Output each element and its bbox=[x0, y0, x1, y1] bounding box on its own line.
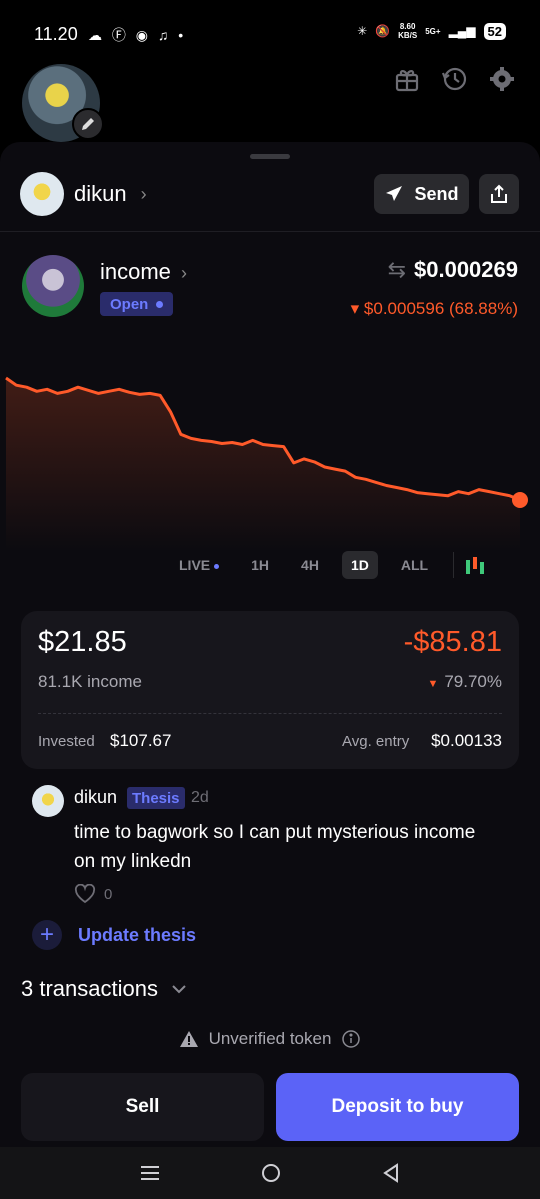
settings-icon bbox=[490, 67, 514, 91]
thesis-author-avatar[interactable] bbox=[32, 785, 64, 817]
range-option-live[interactable]: LIVE bbox=[170, 551, 228, 579]
token-name[interactable]: income › bbox=[100, 259, 187, 285]
invested-value: $107.67 bbox=[110, 731, 172, 750]
divider bbox=[0, 231, 540, 232]
down-arrow-icon: ▼ bbox=[427, 678, 439, 690]
position-quantity: 81.1K income bbox=[38, 672, 142, 691]
back-icon[interactable] bbox=[381, 1162, 401, 1184]
avg-entry-value: $0.00133 bbox=[431, 731, 502, 750]
unverified-warning: Unverified token bbox=[0, 1029, 540, 1049]
live-dot-icon bbox=[156, 300, 164, 308]
transactions-toggle[interactable]: 3 transactions bbox=[21, 976, 188, 1002]
token-avatar bbox=[22, 255, 84, 317]
transactions-label: 3 transactions bbox=[21, 976, 158, 1001]
token-price[interactable]: ⇆ $0.000269 bbox=[388, 257, 518, 283]
warning-icon bbox=[179, 1031, 198, 1047]
status-time: 11.20 bbox=[34, 24, 78, 44]
info-icon[interactable] bbox=[341, 1029, 361, 1049]
signal-icon: ▂▄▆ bbox=[448, 24, 476, 38]
position-pnl-percent: ▼ 79.70% bbox=[427, 672, 502, 691]
thesis-tag: Thesis bbox=[127, 787, 185, 809]
time-range-selector: LIVE 1H 4H 1D ALL bbox=[170, 550, 510, 580]
mute-icon: 🔕 bbox=[375, 24, 391, 38]
update-thesis-button[interactable]: + Update thesis bbox=[32, 920, 196, 950]
user-avatar bbox=[20, 172, 64, 216]
notification-icons: ☁ Ⓕ ◉ ♫ • bbox=[88, 27, 187, 43]
swap-icon: ⇆ bbox=[387, 257, 406, 282]
network-indicator: 5G+ bbox=[425, 26, 441, 36]
bluetooth-icon: ✳ bbox=[357, 24, 368, 38]
chevron-right-icon: › bbox=[181, 263, 188, 283]
gift-icon bbox=[395, 70, 419, 92]
pencil-icon bbox=[82, 118, 94, 130]
invested-label: Invested bbox=[38, 733, 95, 750]
status-bar: 11.20 ☁ Ⓕ ◉ ♫ • ✳ 🔕 8.60 KB/S 5G+ ▂▄▆ 52 bbox=[0, 0, 540, 60]
range-option-4h[interactable]: 4H bbox=[292, 551, 328, 579]
settings-button[interactable] bbox=[485, 62, 519, 96]
update-thesis-label: Update thesis bbox=[78, 924, 197, 945]
position-value: $21.85 bbox=[38, 626, 127, 658]
current-price-marker bbox=[512, 492, 528, 508]
live-dot-icon bbox=[214, 563, 220, 569]
send-label: Send bbox=[414, 183, 459, 204]
share-icon bbox=[491, 184, 507, 203]
net-speed: 8.60 KB/S bbox=[398, 22, 418, 40]
status-right: ✳ 🔕 8.60 KB/S 5G+ ▂▄▆ 52 bbox=[357, 22, 506, 40]
system-nav-bar bbox=[0, 1147, 540, 1199]
edit-avatar-button[interactable] bbox=[72, 108, 104, 140]
status-badge: Open bbox=[100, 292, 174, 316]
unverified-label: Unverified token bbox=[208, 1029, 332, 1048]
thesis-author[interactable]: dikun bbox=[74, 787, 117, 808]
history-button[interactable] bbox=[438, 62, 472, 96]
battery-indicator: 52 bbox=[483, 22, 506, 40]
heart-icon bbox=[74, 884, 96, 904]
avg-entry-label: Avg. entry bbox=[342, 733, 410, 750]
like-count: 0 bbox=[104, 885, 113, 903]
sell-button[interactable]: Sell bbox=[21, 1073, 264, 1141]
range-option-all[interactable]: ALL bbox=[392, 551, 437, 579]
recents-icon[interactable] bbox=[139, 1164, 161, 1182]
send-button[interactable]: Send bbox=[374, 174, 469, 214]
thesis-text: time to bagwork so I can put mysterious … bbox=[74, 822, 476, 872]
thesis-age: 2d bbox=[191, 789, 209, 806]
like-button[interactable]: 0 bbox=[74, 884, 112, 904]
chart-area bbox=[6, 378, 520, 550]
range-separator bbox=[453, 552, 455, 578]
range-option-1h[interactable]: 1H bbox=[242, 551, 278, 579]
price-chart[interactable] bbox=[0, 370, 540, 550]
candlestick-icon[interactable] bbox=[464, 554, 486, 576]
home-icon[interactable] bbox=[260, 1162, 282, 1184]
history-icon bbox=[441, 67, 467, 91]
position-pnl: -$85.81 bbox=[403, 626, 502, 658]
sheet-handle[interactable] bbox=[250, 154, 290, 159]
chevron-down-icon bbox=[172, 985, 186, 994]
plus-icon: + bbox=[32, 920, 62, 950]
chevron-right-icon: › bbox=[140, 183, 147, 204]
range-option-1d[interactable]: 1D bbox=[341, 551, 378, 579]
card-divider bbox=[38, 713, 502, 714]
user-row[interactable]: dikun › bbox=[20, 172, 147, 216]
paper-plane-icon bbox=[386, 186, 403, 201]
share-button[interactable] bbox=[479, 174, 519, 214]
username: dikun bbox=[74, 181, 127, 206]
deposit-to-buy-button[interactable]: Deposit to buy bbox=[276, 1073, 519, 1141]
price-change: ▾ $0.000596 (68.88%) bbox=[350, 299, 518, 318]
gift-button[interactable] bbox=[390, 62, 424, 96]
